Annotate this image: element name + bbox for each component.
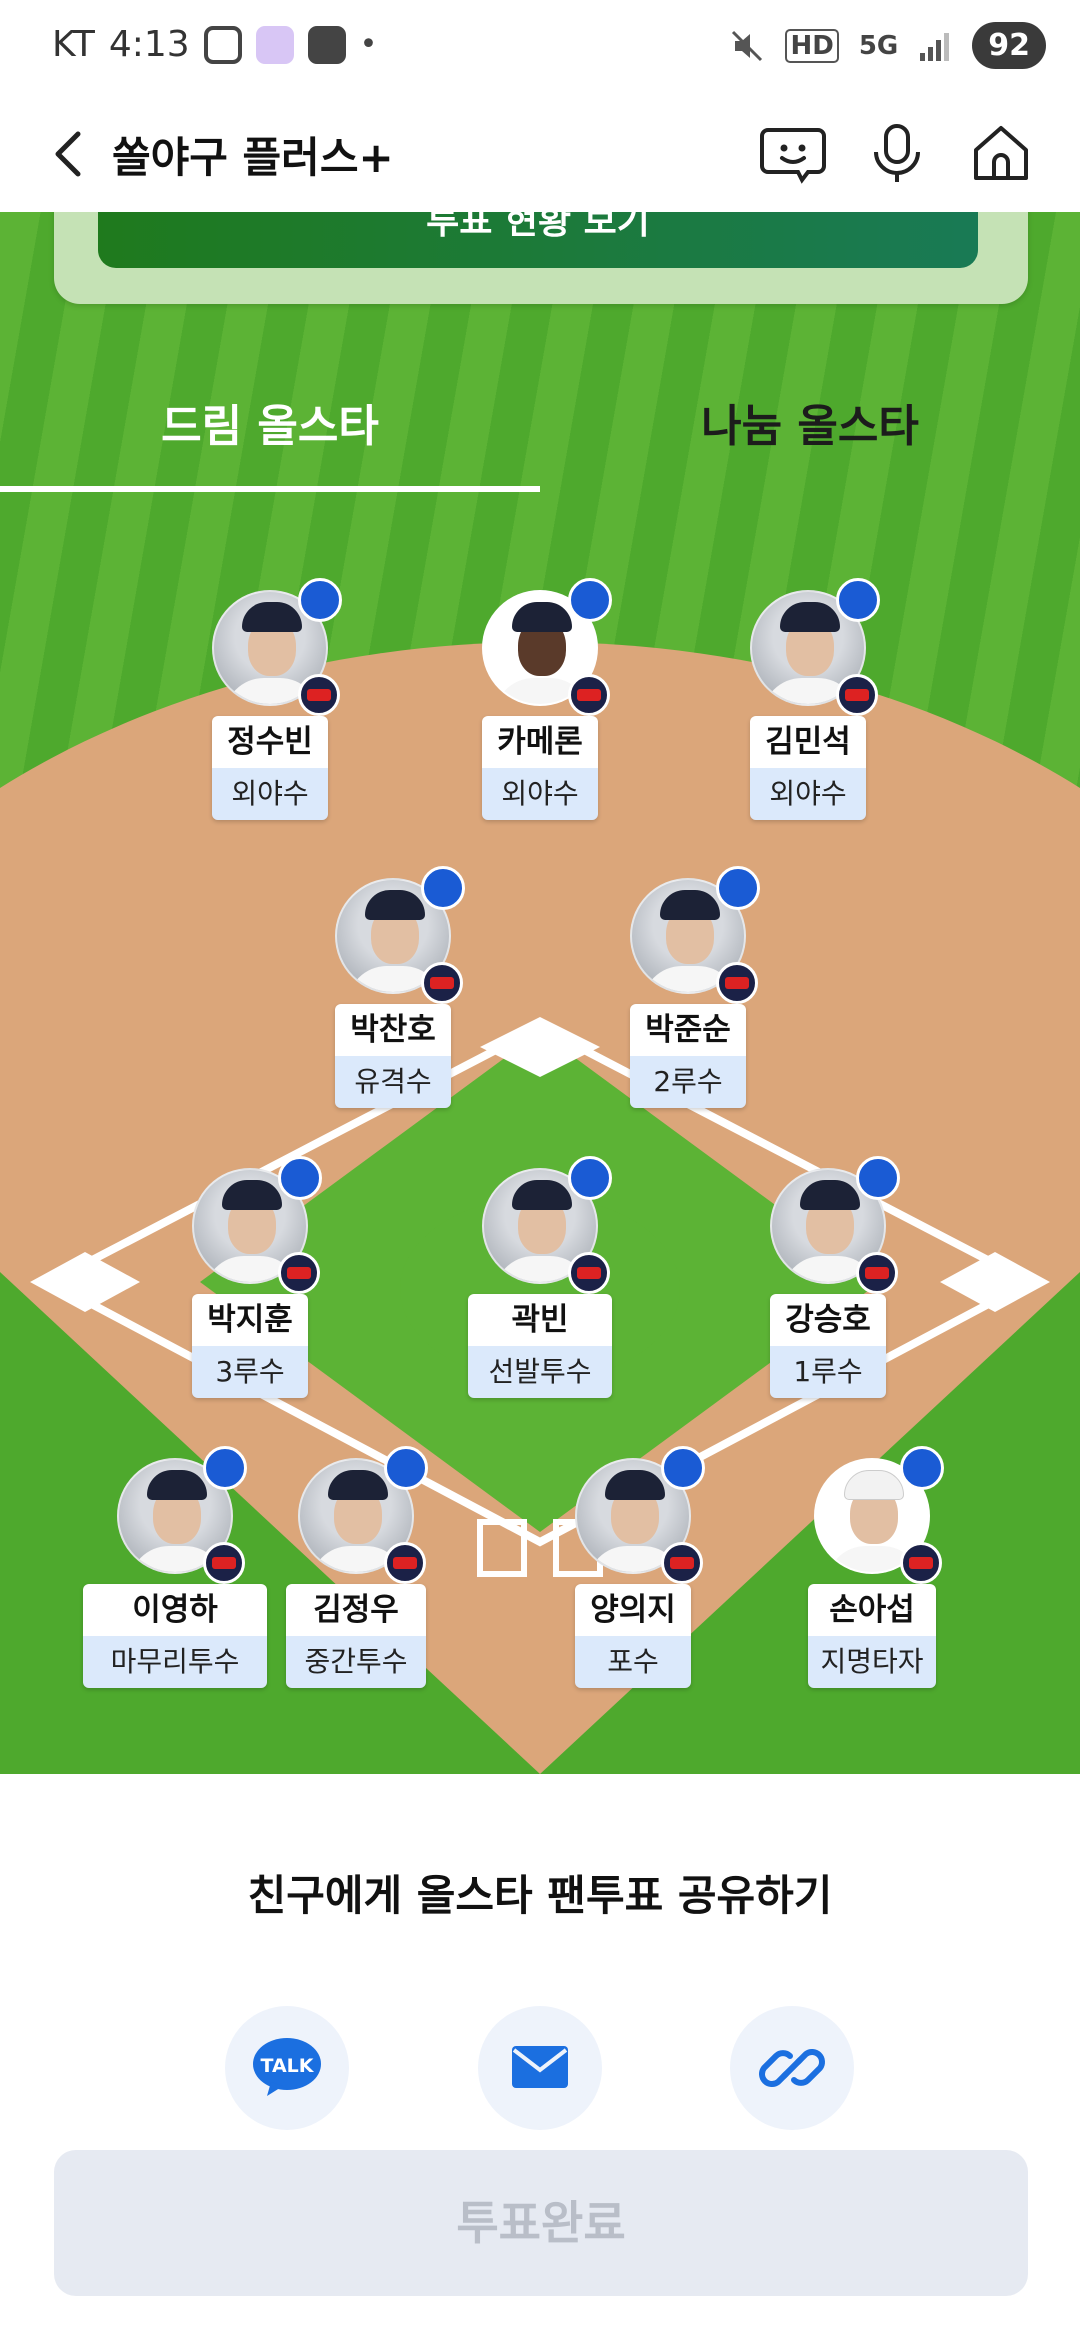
- mail-icon: [512, 2046, 568, 2088]
- share-link-button[interactable]: [730, 2006, 854, 2130]
- player-avatar: [770, 1156, 900, 1294]
- kakaotalk-icon: TALK: [253, 2038, 321, 2096]
- player-position: 선발투수: [468, 1346, 612, 1398]
- allstar-tabs: 드림 올스타 나눔 올스타: [0, 362, 1080, 492]
- player-name: 양의지: [575, 1584, 691, 1636]
- swap-icon[interactable]: [716, 866, 760, 910]
- player-name: 손아섭: [808, 1584, 936, 1636]
- player-position: 외야수: [750, 768, 866, 820]
- vote-complete-label: 투표완료: [456, 2196, 626, 2250]
- player-position: 포수: [575, 1636, 691, 1688]
- player-position: 3루수: [192, 1346, 308, 1398]
- player-position: 외야수: [482, 768, 598, 820]
- team-logo-icon: [384, 1542, 426, 1584]
- lineup-field: 투표 현황 보기 드림 올스타 나눔 올스타 정수빈 외야수 카메론 외야수 김민석…: [0, 212, 1080, 1774]
- player-name: 김정우: [286, 1584, 426, 1636]
- tab-dream-allstar[interactable]: 드림 올스타: [0, 362, 540, 492]
- clock: 4:13: [108, 24, 190, 65]
- swap-icon[interactable]: [900, 1446, 944, 1490]
- battery-indicator: 92: [972, 22, 1046, 69]
- team-logo-icon: [836, 674, 878, 716]
- tab-nanum-allstar[interactable]: 나눔 올스타: [540, 362, 1080, 492]
- mute-icon: [732, 30, 763, 61]
- player-avatar: [117, 1446, 247, 1584]
- player-avatar: [212, 578, 342, 716]
- signal-icon: [920, 32, 950, 61]
- youtube-icon: [307, 25, 346, 64]
- player-name: 이영하: [83, 1584, 267, 1636]
- kakaotalk-label: TALK: [260, 2055, 314, 2077]
- app-face-icon: [255, 25, 294, 64]
- player-avatar: [298, 1446, 428, 1584]
- swap-icon[interactable]: [661, 1446, 705, 1490]
- link-icon: [759, 2049, 825, 2087]
- team-logo-icon: [278, 1252, 320, 1294]
- player-position: 마무리투수: [83, 1636, 267, 1688]
- player-avatar: [575, 1446, 705, 1584]
- player-avatar: [335, 866, 465, 1004]
- app-header: 쏠야구 플러스+: [0, 100, 1080, 212]
- page-title: 쏠야구 플러스+: [112, 133, 394, 182]
- chatbot-icon[interactable]: [758, 118, 828, 188]
- team-logo-icon: [900, 1542, 942, 1584]
- vote-status-label: 투표 현황 보기: [426, 212, 650, 242]
- swap-icon[interactable]: [836, 578, 880, 622]
- player-position: 2루수: [630, 1056, 746, 1108]
- swap-icon[interactable]: [568, 1156, 612, 1200]
- team-logo-icon: [421, 962, 463, 1004]
- swap-icon[interactable]: [298, 578, 342, 622]
- player-avatar: [814, 1446, 944, 1584]
- player-name: 강승호: [770, 1294, 886, 1346]
- team-logo-icon: [568, 1252, 610, 1294]
- share-title: 친구에게 올스타 팬투표 공유하기: [247, 1871, 833, 1920]
- swap-icon[interactable]: [384, 1446, 428, 1490]
- share-email-button[interactable]: [478, 2006, 602, 2130]
- screenshot-icon: [203, 25, 242, 64]
- player-position: 유격수: [335, 1056, 451, 1108]
- player-name: 박준순: [630, 1004, 746, 1056]
- team-logo-icon: [716, 962, 758, 1004]
- player-position: 1루수: [770, 1346, 886, 1398]
- vote-status-button[interactable]: 투표 현황 보기: [98, 212, 978, 268]
- player-name: 김민석: [750, 716, 866, 768]
- active-tab-indicator: [0, 486, 540, 492]
- player-avatar: [192, 1156, 322, 1294]
- swap-icon[interactable]: [856, 1156, 900, 1200]
- player-name: 정수빈: [212, 716, 328, 768]
- team-logo-icon: [661, 1542, 703, 1584]
- team-logo-icon: [568, 674, 610, 716]
- swap-icon[interactable]: [278, 1156, 322, 1200]
- player-name: 박지훈: [192, 1294, 308, 1346]
- player-avatar: [482, 578, 612, 716]
- team-logo-icon: [203, 1542, 245, 1584]
- share-kakaotalk-button[interactable]: TALK: [225, 2006, 349, 2130]
- player-position: 지명타자: [808, 1636, 936, 1688]
- player-position: 외야수: [212, 768, 328, 820]
- player-position: 중간투수: [286, 1636, 426, 1688]
- swap-icon[interactable]: [203, 1446, 247, 1490]
- player-avatar: [630, 866, 760, 1004]
- carrier-label: KT: [52, 24, 95, 65]
- microphone-icon[interactable]: [862, 118, 932, 188]
- team-logo-icon: [856, 1252, 898, 1294]
- back-arrow-icon[interactable]: [44, 120, 100, 188]
- vote-status-banner: 투표 현황 보기: [54, 212, 1028, 304]
- player-name: 박찬호: [335, 1004, 451, 1056]
- home-icon[interactable]: [966, 118, 1036, 188]
- status-bar: KT 4:13 • HD 5G 92: [0, 0, 1080, 100]
- player-name: 곽빈: [468, 1294, 612, 1346]
- hd-icon: HD: [785, 28, 839, 63]
- notification-dot: •: [359, 27, 378, 62]
- player-avatar: [482, 1156, 612, 1294]
- swap-icon[interactable]: [568, 578, 612, 622]
- swap-icon[interactable]: [421, 866, 465, 910]
- team-logo-icon: [298, 674, 340, 716]
- player-avatar: [750, 578, 880, 716]
- network-5g-icon: 5G: [858, 30, 899, 61]
- player-name: 카메론: [482, 716, 598, 768]
- vote-complete-button[interactable]: 투표완료: [54, 2150, 1028, 2296]
